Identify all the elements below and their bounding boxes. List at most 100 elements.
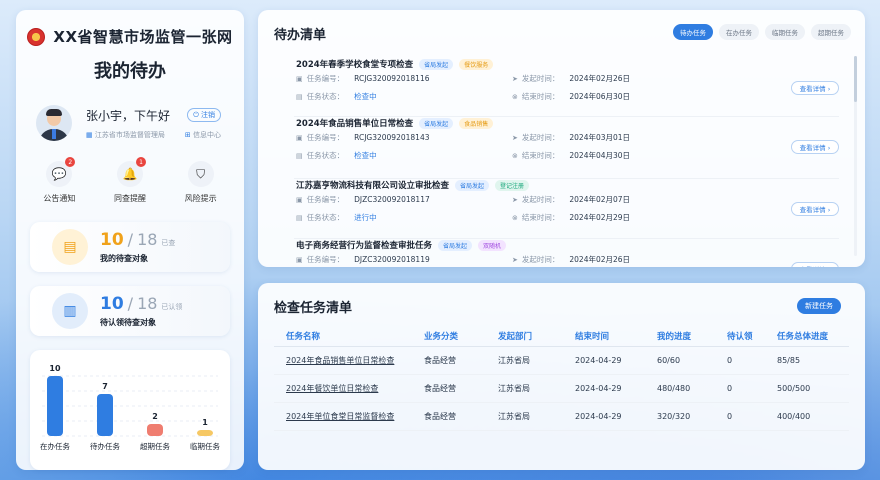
cell-task-name[interactable]: 2024年餐饮单位日常检查 (274, 383, 424, 394)
left-panel: XX省智慧市场监管一张网 我的待办 张小宇，下午好 ⏻ 注销 ▦ 江苏省市场监督… (16, 10, 244, 470)
task-tag: 省局发起 (438, 239, 473, 251)
logout-button[interactable]: ⏻ 注销 (187, 108, 221, 122)
start-time-field: ➤ 发起时间： 2024年02月26日 (512, 254, 630, 265)
end-time-field: ⊗ 结束时间： 2024年02月29日 (512, 212, 630, 223)
col-my-progress: 我的进度 (657, 331, 692, 342)
cell-department: 江苏省局 (498, 412, 530, 421)
badge: 2 (65, 157, 76, 167)
status-icon: ▤ (296, 151, 303, 160)
badge: 1 (135, 157, 146, 167)
task-no-label: 任务编号： (306, 195, 345, 204)
col-total-progress: 任务总体进度 (777, 331, 829, 342)
end-time-label: 结束时间： (521, 213, 560, 222)
id-card-icon: ▣ (296, 195, 303, 204)
shortcut-risk[interactable]: ⛉ 风险提示 (171, 161, 231, 204)
end-time-value: 2024年04月30日 (569, 151, 631, 160)
chart-bar[interactable] (147, 424, 163, 436)
page-title: 我的待办 (94, 61, 166, 82)
start-time-label: 发起时间： (521, 255, 560, 264)
stop-icon: ⊗ (512, 92, 518, 101)
col-task-name: 任务名称 (286, 331, 321, 342)
chart-value-label: 10 (49, 364, 61, 373)
chart-bar[interactable] (47, 376, 63, 436)
stat-unclaimed[interactable]: ▥ 10 / 18 已认领 待认领待查对象 (30, 286, 230, 336)
start-time-field: ➤ 发起时间： 2024年03月01日 (512, 132, 630, 143)
user-org-label: 江苏省市场监督管理局 (94, 130, 165, 139)
task-tag: 省局发起 (455, 179, 490, 191)
message-center-link[interactable]: ⊞ 信息中心 (185, 130, 221, 140)
cell-department: 江苏省局 (498, 356, 530, 365)
end-time-value: 2024年06月30日 (569, 92, 631, 101)
view-detail-button[interactable]: 查看详情 › (791, 202, 839, 216)
task-no-label: 任务编号： (306, 74, 345, 83)
task-tag: 餐饮服务 (459, 58, 494, 70)
col-unclaimed: 待认领 (727, 331, 753, 342)
start-time-value: 2024年02月26日 (569, 74, 631, 83)
table-row[interactable]: 2024年食品销售单位日常检查 食品经营 江苏省局 2024-04-29 60/60 0 8… (274, 347, 849, 375)
status-value: 检查中 (354, 92, 377, 101)
filter-overdue[interactable]: 超期任务 (811, 24, 851, 40)
filter-pending[interactable]: 待办任务 (673, 24, 713, 40)
new-task-button[interactable]: 新建任务 (797, 298, 841, 314)
cell-task-name[interactable]: 2024年单位食堂日常监督检查 (274, 411, 424, 422)
send-icon: ➤ (512, 133, 518, 142)
filter-near-due[interactable]: 临期任务 (765, 24, 805, 40)
task-no-field: ▣ 任务编号： RCJG320092018143 (296, 132, 429, 143)
scrollbar-thumb[interactable] (854, 56, 857, 102)
view-detail-button[interactable]: 查看详情 › (791, 81, 839, 95)
bell-icon: 🔔 1 (116, 157, 146, 187)
chat-icon: 💬 2 (46, 157, 76, 187)
message-center-label: 信息中心 (193, 130, 221, 139)
cell-total-progress: 400/400 (777, 412, 811, 421)
task-no-label: 任务编号： (306, 133, 345, 142)
send-icon: ➤ (512, 74, 518, 83)
shortcut-reminder[interactable]: 🔔 1 同查提醒 (100, 157, 160, 204)
cell-end-time: 2024-04-29 (575, 356, 622, 365)
chart-category-label: 临期任务 (190, 441, 220, 451)
filter-in-progress[interactable]: 在办任务 (719, 24, 759, 40)
task-item: 2024年春季学校食堂专项检查 省局发起 餐饮服务 ▣ 任务编号： RCJG3200… (294, 58, 839, 114)
stat-sep: / (127, 294, 134, 313)
id-card-icon: ▣ (296, 74, 303, 83)
cell-category: 食品经营 (424, 384, 456, 393)
shortcut-label: 同查提醒 (113, 194, 146, 203)
status-icon: ▤ (296, 213, 303, 222)
task-tag: 登记注册 (495, 179, 530, 191)
table-row[interactable]: 2024年单位食堂日常监督检查 食品经营 江苏省局 2024-04-29 320/320… (274, 403, 849, 431)
table-row[interactable]: 2024年餐饮单位日常检查 食品经营 江苏省局 2024-04-29 480/480 0 5… (274, 375, 849, 403)
cell-total-progress: 500/500 (777, 384, 811, 393)
cell-unclaimed: 0 (727, 412, 733, 421)
stat-total: 18 (137, 294, 158, 313)
cell-my-progress: 320/320 (657, 412, 691, 421)
stat-unit: 已查 (161, 239, 176, 247)
view-detail-button[interactable]: 查看详情 › (791, 262, 839, 267)
task-chart: 10 在办任务 7 待办任务 2 超期任务 1 临期任务 (40, 364, 220, 451)
user-org: ▦ 江苏省市场监督管理局 (86, 130, 165, 140)
stat-label: 待认领待查对象 (100, 318, 156, 327)
task-no-field: ▣ 任务编号： DJZC320092018117 (296, 194, 430, 205)
emblem-icon (27, 27, 46, 46)
cell-category: 食品经营 (424, 356, 456, 365)
cell-category: 食品经营 (424, 412, 456, 421)
chart-bar[interactable] (97, 394, 113, 436)
chart-bar[interactable] (197, 430, 213, 436)
cell-task-name[interactable]: 2024年食品销售单位日常检查 (274, 355, 424, 366)
col-category: 业务分类 (424, 331, 459, 342)
view-detail-button[interactable]: 查看详情 › (791, 140, 839, 154)
stat-unit: 已认领 (161, 303, 183, 311)
cell-end-time: 2024-04-29 (575, 412, 622, 421)
inspection-title: 检查任务清单 (274, 301, 353, 316)
start-time-value: 2024年02月26日 (569, 255, 631, 264)
cell-unclaimed: 0 (727, 356, 733, 365)
brand-title: XX省智慧市场监管一张网 (53, 28, 233, 46)
status-value: 进行中 (354, 213, 377, 222)
shortcut-announcement[interactable]: 💬 2 公告通知 (29, 157, 89, 204)
start-time-field: ➤ 发起时间： 2024年02月07日 (512, 194, 630, 205)
chart-category-label: 超期任务 (140, 441, 170, 451)
task-title: 电子商务经营行为监督检查审批任务 (296, 241, 433, 251)
send-icon: ➤ (512, 195, 518, 204)
stat-my-pending[interactable]: ▤ 10 / 18 已查 我的待查对象 (30, 222, 230, 272)
task-no-label: 任务编号： (306, 255, 345, 264)
cell-department: 江苏省局 (498, 384, 530, 393)
stat-sep: / (127, 230, 134, 249)
